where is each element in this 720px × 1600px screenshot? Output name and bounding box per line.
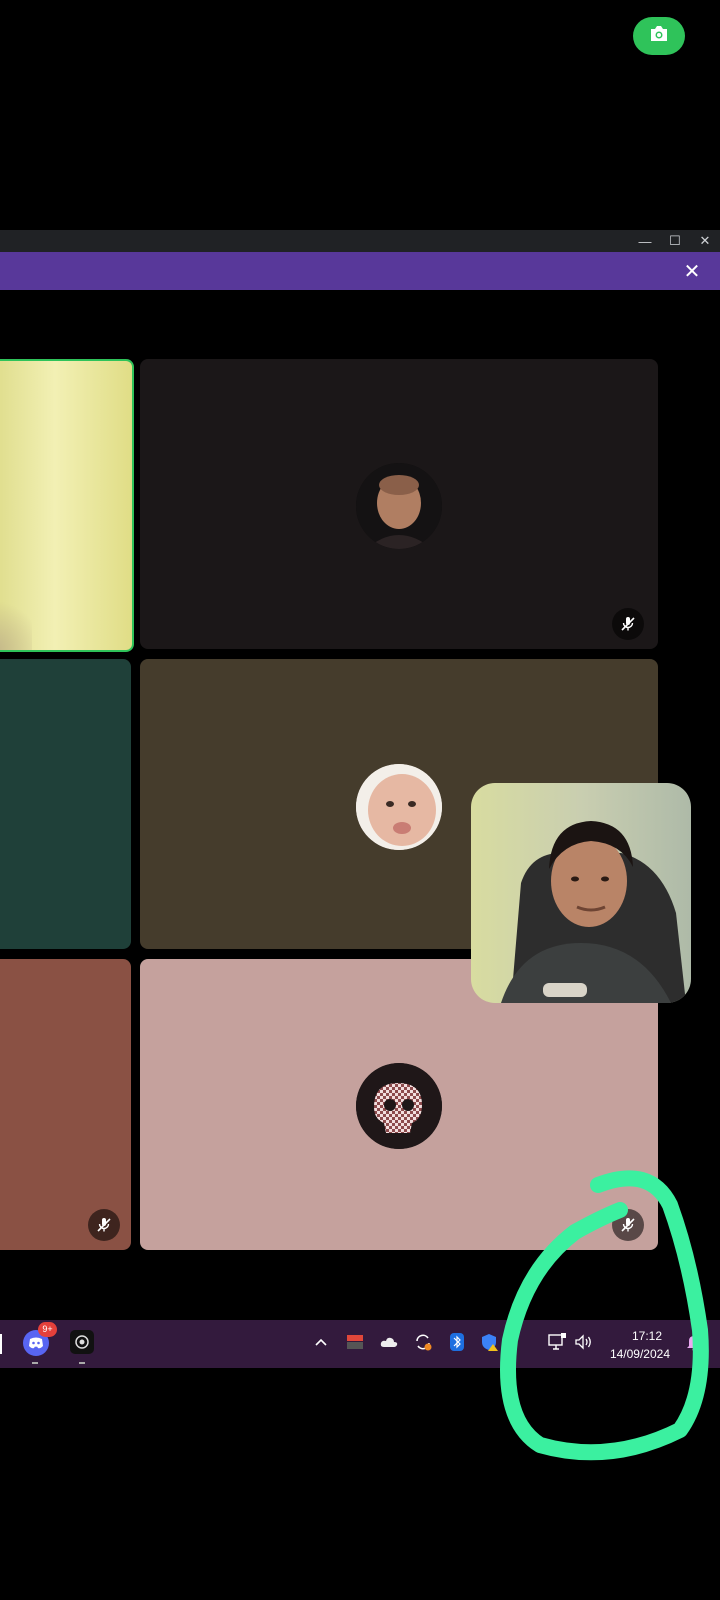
running-indicator [79, 1362, 85, 1364]
participant-bald-man[interactable] [140, 359, 658, 649]
notice-banner: ✕ [0, 252, 720, 290]
muted-mic-icon [88, 1209, 120, 1241]
volume-icon[interactable] [572, 1330, 596, 1354]
muted-mic-icon [612, 1209, 644, 1241]
onedrive-cloud-icon[interactable] [377, 1330, 401, 1354]
avatar [356, 1063, 442, 1149]
camera-feed-left-top[interactable] [0, 359, 134, 652]
camera-icon [649, 25, 669, 48]
bluetooth-icon[interactable] [445, 1330, 469, 1354]
maximize-button[interactable]: ☐ [660, 230, 690, 252]
self-camera-view[interactable] [471, 783, 691, 1003]
person-shoulder [0, 591, 32, 650]
chevron-up-icon[interactable] [309, 1330, 333, 1354]
avatar [356, 764, 442, 850]
running-indicator [32, 1362, 38, 1364]
participant-left-bottom[interactable] [0, 959, 131, 1250]
network-icon[interactable] [545, 1330, 569, 1354]
banner-close-button[interactable]: ✕ [680, 259, 704, 283]
muted-mic-icon [612, 608, 644, 640]
minimize-button[interactable]: — [630, 230, 660, 252]
participant-left-middle[interactable] [0, 659, 131, 949]
sync-icon[interactable] [411, 1330, 435, 1354]
notification-badge: 9+ [38, 1322, 57, 1337]
notification-bell-icon[interactable] [682, 1330, 706, 1354]
clock-time[interactable]: 17:12 [632, 1329, 662, 1343]
security-shield-icon[interactable] [478, 1330, 502, 1354]
screenshot-button[interactable] [633, 17, 685, 55]
obs-camera-icon[interactable] [70, 1330, 94, 1354]
avatar [356, 463, 442, 549]
taskbar-edge-marker [0, 1334, 2, 1354]
close-window-button[interactable]: ✕ [690, 230, 720, 252]
taskbar: 9+ 17:12 14/09/2024 [0, 1320, 720, 1368]
window-titlebar: — ☐ ✕ [0, 230, 720, 252]
app-tray-icon[interactable] [343, 1330, 367, 1354]
clock-date[interactable]: 14/09/2024 [610, 1347, 670, 1361]
